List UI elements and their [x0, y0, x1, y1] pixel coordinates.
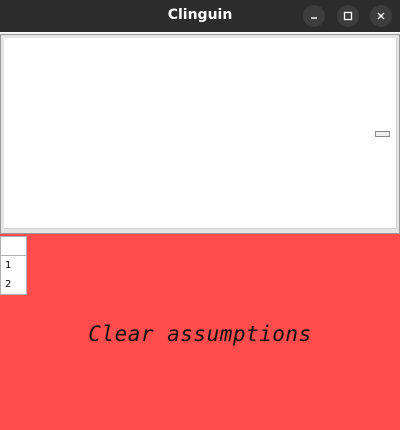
close-icon [377, 12, 385, 20]
maximize-icon [343, 11, 353, 21]
title-bar[interactable]: Clinguin [0, 0, 400, 32]
list-header [1, 237, 26, 256]
minimize-icon [311, 17, 317, 19]
maximize-button[interactable] [337, 5, 359, 27]
list-item[interactable]: 1 [1, 256, 26, 275]
app-window: Clinguin 1 2 Clear assumptions [0, 0, 400, 430]
list-item[interactable]: 2 [1, 275, 26, 294]
assumption-list[interactable]: 1 2 [0, 236, 27, 295]
minimize-button[interactable] [303, 5, 325, 27]
content-panel [0, 34, 400, 234]
close-button[interactable] [370, 5, 392, 27]
content-canvas [4, 38, 397, 229]
clear-assumptions-button[interactable]: Clear assumptions [0, 322, 400, 346]
clear-assumptions-panel[interactable]: 1 2 Clear assumptions [0, 234, 400, 430]
pane-sash-handle[interactable] [375, 131, 390, 137]
